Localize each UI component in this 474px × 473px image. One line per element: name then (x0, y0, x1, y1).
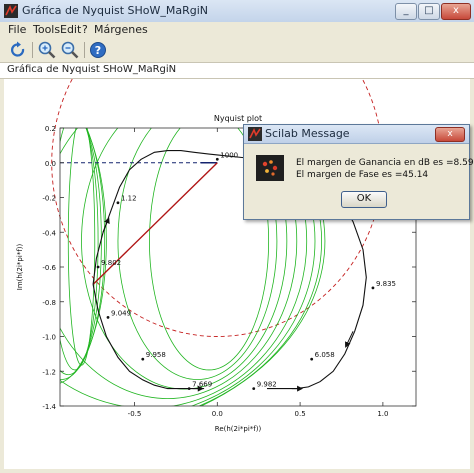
nyquist-curve-1 (92, 284, 205, 390)
point-label: 9.982 (257, 381, 277, 389)
y-tick-label: 0.0 (45, 160, 56, 168)
close-icon: x (447, 129, 453, 139)
point-label: 7.669 (192, 381, 212, 389)
toolbar: ? (0, 38, 474, 63)
window-titlebar[interactable]: Gráfica de Nyquist SHoW_MaRgiN _ □ x (0, 0, 474, 23)
y-tick-label: -1.2 (42, 368, 56, 376)
zoom-in-icon[interactable] (37, 40, 57, 60)
y-tick-label: -1.4 (42, 403, 56, 411)
x-tick-label: -0.5 (128, 410, 142, 418)
point-label: 6.058 (315, 351, 335, 359)
point-label: 1.12 (121, 195, 137, 203)
y-tick-label: -0.6 (42, 264, 56, 272)
y-tick-label: 0.2 (45, 125, 56, 133)
curve-marker (106, 315, 110, 319)
curve-marker (310, 357, 314, 361)
y-tick-label: -0.4 (42, 229, 56, 237)
x-axis-label: Re(h(2i*pi*f)) (215, 425, 262, 433)
x-tick-label: 0.5 (295, 410, 306, 418)
point-label: 9.049 (111, 309, 131, 317)
m-circle-contour (60, 128, 99, 371)
toolbar-separator (32, 42, 33, 58)
rotate-icon[interactable] (8, 40, 28, 60)
scilab-message-dialog: Scilab Message x El margen de Ganancia e… (243, 124, 474, 220)
curve-marker (141, 357, 145, 361)
menu-tools[interactable]: Tools (33, 23, 60, 36)
ok-button[interactable]: OK (341, 191, 387, 208)
menu-margenes[interactable]: Márgenes (94, 23, 148, 36)
y-axis-label: Im(h(2i*pi*f)) (16, 243, 24, 290)
x-tick-label: 0.0 (212, 410, 223, 418)
dialog-close-button[interactable]: x (435, 127, 465, 142)
y-tick-label: -0.2 (42, 195, 56, 203)
scilab-logo-icon (248, 127, 262, 141)
maximize-button[interactable]: □ (418, 3, 440, 20)
menu-help[interactable]: ? (82, 23, 88, 36)
y-tick-label: -1.0 (42, 334, 56, 342)
curve-marker (371, 286, 375, 290)
curve-marker (215, 157, 219, 161)
point-label: 9.802 (101, 259, 121, 267)
dialog-titlebar[interactable]: Scilab Message x (244, 125, 469, 144)
close-icon: x (453, 5, 459, 16)
menu-edit[interactable]: Edit (60, 23, 81, 36)
phase-margin-text: El margen de Fase es =45.14 (296, 170, 429, 180)
maximize-icon: □ (424, 5, 434, 16)
point-label: 1000 (220, 151, 238, 159)
curve-marker (116, 201, 120, 205)
y-tick-label: -0.8 (42, 299, 56, 307)
curve-marker (252, 387, 256, 391)
point-label: 9.958 (146, 351, 166, 359)
dialog-title: Scilab Message (265, 127, 350, 140)
gain-margin-text: El margen de Ganancia en dB es =8.592 (296, 158, 474, 168)
help-icon[interactable]: ? (88, 40, 108, 60)
x-tick-label: 1.0 (377, 410, 388, 418)
scilab-logo-icon (4, 4, 18, 18)
menu-file[interactable]: File (8, 23, 26, 36)
scilab-message-icon (256, 155, 284, 181)
svg-text:?: ? (95, 44, 101, 57)
curve-marker (96, 265, 100, 269)
curve-marker (187, 387, 191, 391)
point-label: 9.835 (376, 280, 396, 288)
document-title: Gráfica de Nyquist SHoW_MaRgiN (7, 64, 177, 75)
document-titlebar: Gráfica de Nyquist SHoW_MaRgiN (0, 63, 474, 79)
menu-bar: File Tools Edit ? Márgenes (0, 22, 474, 38)
close-button[interactable]: x (441, 3, 471, 20)
plot-title: Nyquist plot (214, 114, 262, 123)
toolbar-separator (84, 42, 85, 58)
minimize-button[interactable]: _ (395, 3, 417, 20)
zoom-out-icon[interactable] (60, 40, 80, 60)
window-title: Gráfica de Nyquist SHoW_MaRgiN (22, 4, 209, 17)
direction-arrow (102, 217, 110, 233)
nyquist-window: Gráfica de Nyquist SHoW_MaRgiN _ □ x Fil… (0, 0, 474, 473)
minimize-icon: _ (403, 5, 409, 16)
m-circle-contour (60, 128, 106, 380)
